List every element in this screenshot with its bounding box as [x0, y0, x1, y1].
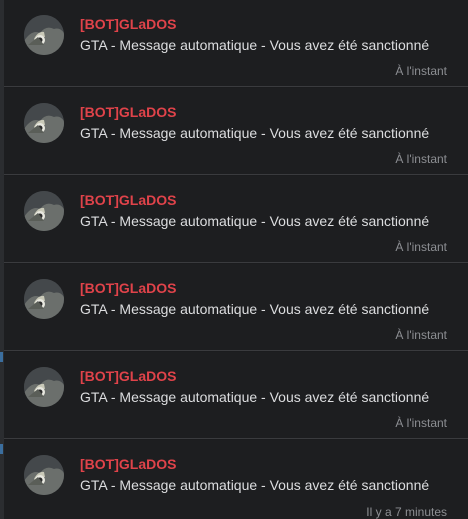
glados-avatar-icon — [24, 279, 64, 319]
glados-avatar-icon — [24, 15, 64, 55]
notification-sender: [BOT]GLaDOS — [80, 456, 177, 472]
glados-avatar-icon — [24, 367, 64, 407]
notification-time: À l'instant — [395, 152, 447, 166]
notification-time: À l'instant — [395, 416, 447, 430]
edge-marker — [0, 444, 3, 454]
notification-message: GTA - Message automatique - Vous avez ét… — [80, 125, 430, 141]
notification-time: À l'instant — [395, 240, 447, 254]
notification-card[interactable]: [BOT]GLaDOS GTA - Message automatique - … — [4, 176, 468, 263]
notification-sender: [BOT]GLaDOS — [80, 104, 177, 120]
notification-card[interactable]: [BOT]GLaDOS GTA - Message automatique - … — [4, 88, 468, 175]
notification-time: À l'instant — [395, 64, 447, 78]
glados-avatar-icon — [24, 191, 64, 231]
notification-card[interactable]: [BOT]GLaDOS GTA - Message automatique - … — [4, 352, 468, 439]
glados-avatar-icon — [24, 103, 64, 143]
notification-sender: [BOT]GLaDOS — [80, 16, 177, 32]
notification-sender: [BOT]GLaDOS — [80, 280, 177, 296]
glados-avatar-icon — [24, 455, 64, 495]
notification-message: GTA - Message automatique - Vous avez ét… — [80, 389, 430, 405]
notification-stack: [BOT]GLaDOS GTA - Message automatique - … — [0, 0, 468, 519]
notification-message: GTA - Message automatique - Vous avez ét… — [80, 301, 430, 317]
notification-card[interactable]: [BOT]GLaDOS GTA - Message automatique - … — [4, 264, 468, 351]
notification-message: GTA - Message automatique - Vous avez ét… — [80, 37, 430, 53]
notification-message: GTA - Message automatique - Vous avez ét… — [80, 213, 430, 229]
notification-time: Il y a 7 minutes — [366, 505, 447, 519]
notification-card[interactable]: [BOT]GLaDOS GTA - Message automatique - … — [4, 0, 468, 87]
notification-sender: [BOT]GLaDOS — [80, 368, 177, 384]
notification-sender: [BOT]GLaDOS — [80, 192, 177, 208]
notification-message: GTA - Message automatique - Vous avez ét… — [80, 477, 430, 493]
notification-card[interactable]: [BOT]GLaDOS GTA - Message automatique - … — [4, 440, 468, 519]
notification-time: À l'instant — [395, 328, 447, 342]
edge-marker — [0, 352, 3, 362]
